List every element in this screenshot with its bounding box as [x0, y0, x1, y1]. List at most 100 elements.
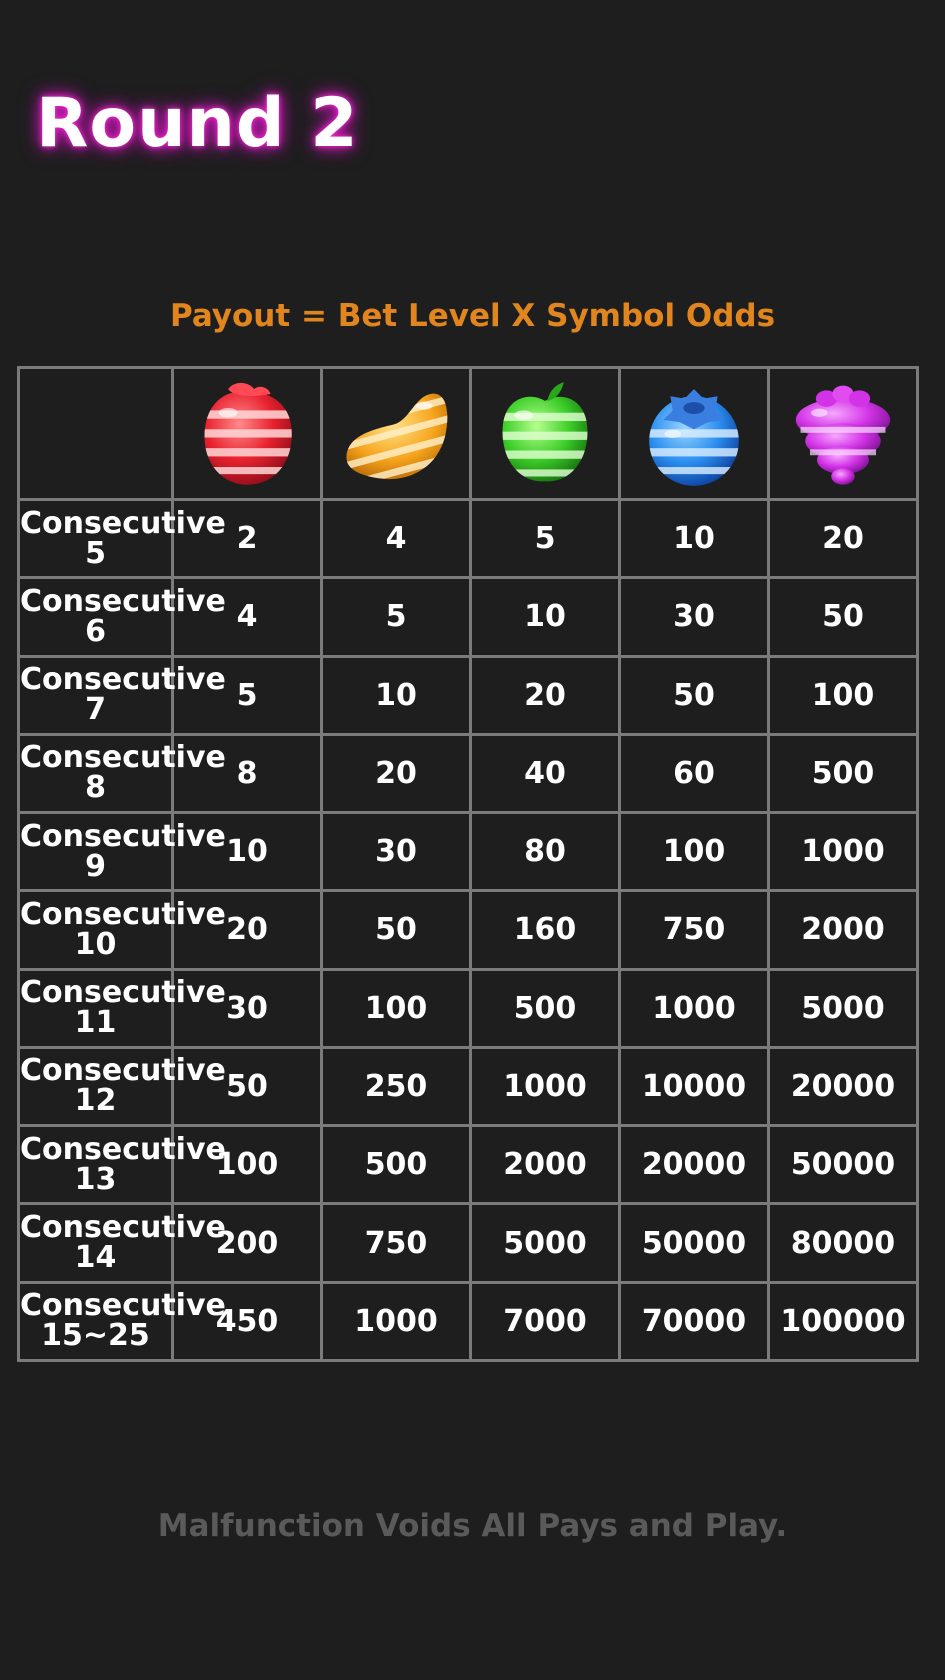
- row-label-text: Consecutive: [20, 1210, 226, 1246]
- payout-value-cell: 50: [767, 576, 919, 658]
- payout-value-cell: 100: [320, 967, 472, 1049]
- row-label-count: 7: [85, 692, 106, 728]
- row-label-count: 10: [74, 926, 117, 962]
- payout-value-cell: 250: [320, 1045, 472, 1128]
- row-label-count: 13: [74, 1161, 117, 1197]
- strawberry-icon: [204, 382, 292, 485]
- payout-value-cell: 5000: [469, 1202, 621, 1284]
- row-label-count: 9: [85, 848, 106, 884]
- payout-value-cell: 80: [469, 811, 621, 893]
- row-label-cell: Consecutive 10: [17, 889, 226, 971]
- row-label-cell: Consecutive 5: [17, 497, 226, 580]
- payout-row: Consecutive 10 20 50 160 750 2000: [17, 889, 919, 971]
- row-label-count: 11: [74, 1005, 117, 1041]
- row-label-cell: Consecutive 9: [17, 811, 226, 893]
- payout-row: Consecutive 11 30 100 500 1000 5000: [17, 967, 919, 1049]
- payout-value-cell: 20: [320, 732, 472, 815]
- payout-value-cell: 50000: [767, 1124, 919, 1206]
- payout-value-cell: 50: [618, 654, 770, 736]
- malfunction-notice: Malfunction Voids All Pays and Play.: [157, 1508, 788, 1544]
- payout-value-cell: 500: [469, 967, 621, 1049]
- payout-value-cell: 80000: [767, 1202, 919, 1284]
- payout-value-cell: 2000: [767, 889, 919, 971]
- payout-value-cell: 1000: [767, 811, 919, 893]
- row-label-cell: Consecutive 12: [17, 1045, 226, 1128]
- payout-value-cell: 20000: [767, 1045, 919, 1128]
- payout-value-cell: 100000: [767, 1280, 919, 1363]
- payout-value-cell: 5: [469, 497, 621, 580]
- symbol-cell-grape: [767, 366, 919, 501]
- payout-value-cell: 1000: [320, 1280, 472, 1363]
- row-label-text: Consecutive: [20, 740, 226, 776]
- payout-value-cell: 10: [320, 654, 472, 736]
- apple-icon: [502, 381, 588, 481]
- symbol-cell-strawberry: [171, 366, 323, 501]
- row-label-count: 14: [74, 1240, 117, 1276]
- payout-value-cell: 50000: [618, 1202, 770, 1284]
- payout-value-cell: 4: [320, 497, 472, 580]
- payout-value-cell: 500: [320, 1124, 472, 1206]
- payout-value-cell: 70000: [618, 1280, 770, 1363]
- payout-row: Consecutive 5 2 4 5 10 20: [17, 497, 919, 580]
- row-label-text: Consecutive: [20, 662, 226, 698]
- payout-row: Consecutive 8 8 20 40 60 500: [17, 732, 919, 815]
- row-label-cell: Consecutive 7: [17, 654, 226, 736]
- symbol-cell-apple: [469, 366, 621, 501]
- row-label-count: 5: [85, 535, 106, 571]
- row-label-text: Consecutive: [20, 1131, 226, 1167]
- payout-value-cell: 1000: [469, 1045, 621, 1128]
- payout-value-cell: 1000: [618, 967, 770, 1049]
- payout-value-cell: 5000: [767, 967, 919, 1049]
- payout-value-cell: 100: [618, 811, 770, 893]
- row-label-count: 8: [85, 770, 106, 806]
- payout-value-cell: 30: [618, 576, 770, 658]
- payout-row: Consecutive 13 100 500 2000 20000 50000: [17, 1124, 919, 1206]
- payout-value-cell: 60: [618, 732, 770, 815]
- symbol-cell-orange: [320, 366, 472, 501]
- row-label-text: Consecutive: [20, 896, 226, 932]
- row-label-cell: Consecutive 6: [17, 576, 226, 658]
- payout-value-cell: 10: [469, 576, 621, 658]
- payout-value-cell: 50: [320, 889, 472, 971]
- payout-value-cell: 20: [469, 654, 621, 736]
- orange-slice-icon: [346, 393, 448, 479]
- row-label-cell: Consecutive 8: [17, 732, 226, 815]
- row-label-count: 15~25: [41, 1318, 150, 1354]
- row-label-cell: Consecutive 14: [17, 1202, 226, 1284]
- row-label-count: 12: [74, 1083, 117, 1119]
- row-label-text: Consecutive: [20, 583, 226, 619]
- row-label-count: 6: [85, 613, 106, 649]
- payout-value-cell: 10: [618, 497, 770, 580]
- payout-value-cell: 30: [320, 811, 472, 893]
- payout-row: Consecutive 12 50 250 1000 10000 20000: [17, 1045, 919, 1128]
- payout-value-cell: 750: [618, 889, 770, 971]
- payout-row: Consecutive 15~25 450 1000 7000 70000 100000: [17, 1280, 919, 1363]
- grape-icon: [795, 385, 891, 485]
- row-label-text: Consecutive: [20, 818, 226, 854]
- row-label-text: Consecutive: [20, 505, 226, 541]
- row-label-cell: Consecutive 13: [17, 1124, 226, 1206]
- payout-value-cell: 160: [469, 889, 621, 971]
- payout-value-cell: 5: [320, 576, 472, 658]
- payout-value-cell: 10000: [618, 1045, 770, 1128]
- payout-row: Consecutive 14 200 750 5000 50000 80000: [17, 1202, 919, 1284]
- payout-value-cell: 2000: [469, 1124, 621, 1206]
- round-title: Round 2: [36, 84, 359, 163]
- symbol-cell-blueberry: [618, 366, 770, 501]
- header-empty-cell: [17, 366, 174, 501]
- payout-formula: Payout = Bet Level X Symbol Odds: [169, 298, 776, 334]
- payout-value-cell: 100: [767, 654, 919, 736]
- payout-value-cell: 20000: [618, 1124, 770, 1206]
- payout-value-cell: 20: [767, 497, 919, 580]
- row-label-text: Consecutive: [20, 975, 226, 1011]
- payout-row: Consecutive 7 5 10 20 50 100: [17, 654, 919, 736]
- row-label-cell: Consecutive 15~25: [17, 1280, 226, 1363]
- payout-value-cell: 7000: [469, 1280, 621, 1363]
- row-label-text: Consecutive: [20, 1053, 226, 1089]
- symbol-header-row: [17, 366, 919, 501]
- row-label-text: Consecutive: [20, 1288, 226, 1324]
- payout-value-cell: 40: [469, 732, 621, 815]
- paytable: Consecutive 5 2 4 5 10 20 Consecutive 6 4 5 10 30 50 C…: [17, 366, 919, 1363]
- row-label-cell: Consecutive 11: [17, 967, 226, 1049]
- payout-row: Consecutive 6 4 5 10 30 50: [17, 576, 919, 658]
